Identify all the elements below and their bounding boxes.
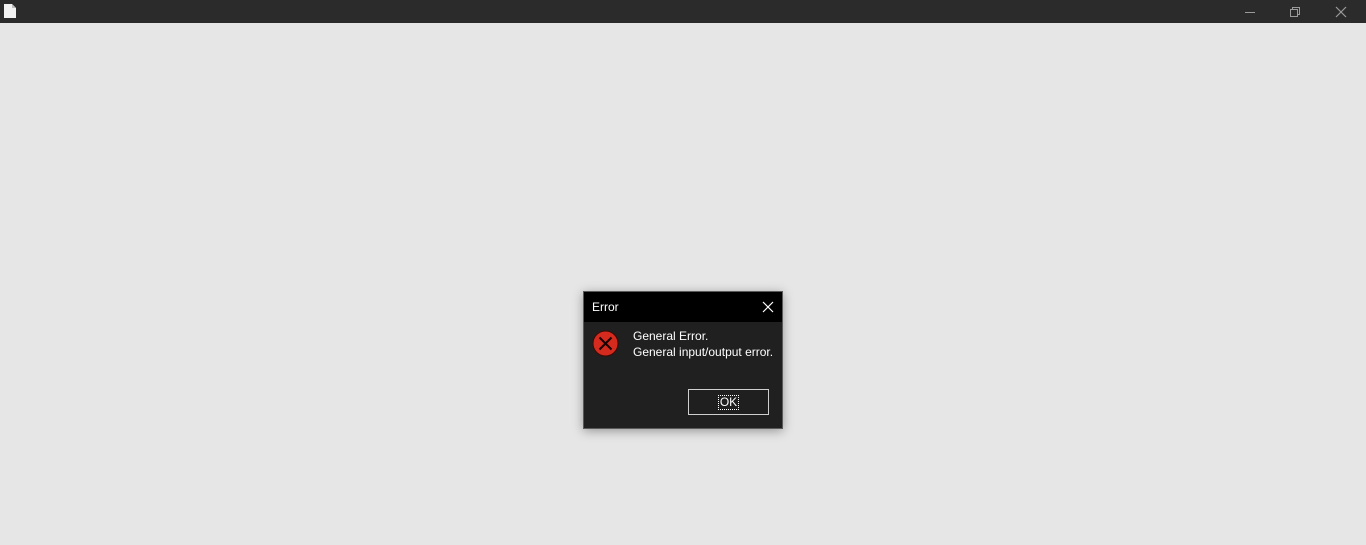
close-icon — [762, 301, 774, 313]
minimize-button[interactable] — [1227, 0, 1273, 23]
restore-button[interactable] — [1272, 0, 1318, 23]
document-icon — [4, 4, 16, 18]
ok-button-label: OK — [717, 394, 740, 410]
dialog-titlebar: Error — [584, 292, 782, 322]
error-icon — [592, 330, 619, 357]
minimize-icon — [1245, 11, 1255, 13]
error-dialog: Error General Error. General input/outpu… — [583, 291, 783, 429]
window-titlebar — [0, 0, 1366, 23]
dialog-close-button[interactable] — [754, 292, 782, 322]
app-background — [0, 23, 1366, 545]
ok-button[interactable]: OK — [688, 389, 769, 415]
close-button[interactable] — [1318, 0, 1364, 23]
dialog-title: Error — [592, 300, 619, 314]
error-message-detail: General input/output error. — [633, 345, 774, 359]
restore-icon — [1290, 6, 1300, 17]
close-icon — [1335, 6, 1347, 17]
error-message-title: General Error. — [633, 329, 709, 343]
